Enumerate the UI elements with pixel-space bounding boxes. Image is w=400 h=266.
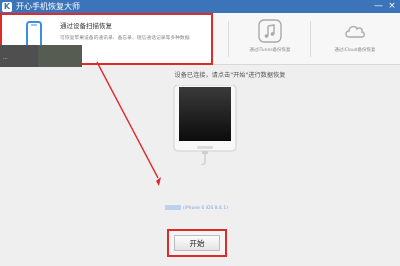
mode-divider bbox=[228, 21, 229, 57]
iphone-illustration bbox=[173, 85, 237, 165]
device-info: (iPhone 6 iOS 8.4.1) bbox=[165, 205, 228, 211]
connection-message: 设备已连接，请点击"开始"进行数据恢复 bbox=[174, 72, 286, 79]
start-button[interactable]: 开始 bbox=[174, 235, 220, 251]
mode-icloud[interactable]: 通过iCloud备份恢复 bbox=[315, 13, 395, 65]
minimize-button[interactable]: — bbox=[374, 1, 383, 12]
music-note-icon bbox=[258, 19, 282, 43]
cloud-icon bbox=[345, 25, 365, 38]
device-thumbnail[interactable]: ... bbox=[0, 45, 82, 67]
mode-device-scan-desc: 可恢复苹果设备的通讯录、备忘录、短信通话记录等多种数据 bbox=[60, 36, 190, 41]
start-button-highlight: 开始 bbox=[167, 229, 227, 257]
thumbnail-label: ... bbox=[0, 45, 38, 67]
app-logo: K bbox=[2, 1, 12, 12]
app-title: 开心手机恢复大师 bbox=[16, 2, 80, 11]
close-button[interactable]: × bbox=[388, 1, 396, 12]
thumbnail-image bbox=[38, 45, 82, 67]
mode-itunes-label: 通过iTunes备份恢复 bbox=[249, 48, 291, 53]
mode-icloud-label: 通过iCloud备份恢复 bbox=[334, 48, 376, 53]
window-controls: — × bbox=[374, 1, 396, 12]
mode-device-scan-title: 通过设备扫描恢复 bbox=[60, 22, 112, 30]
title-bar: K 开心手机恢复大师 — × bbox=[0, 0, 400, 13]
device-model: (iPhone 6 iOS 8.4.1) bbox=[183, 206, 228, 211]
mode-divider bbox=[310, 21, 311, 57]
device-name-blurred bbox=[165, 205, 181, 210]
mode-itunes[interactable]: 通过iTunes备份恢复 bbox=[230, 13, 310, 65]
